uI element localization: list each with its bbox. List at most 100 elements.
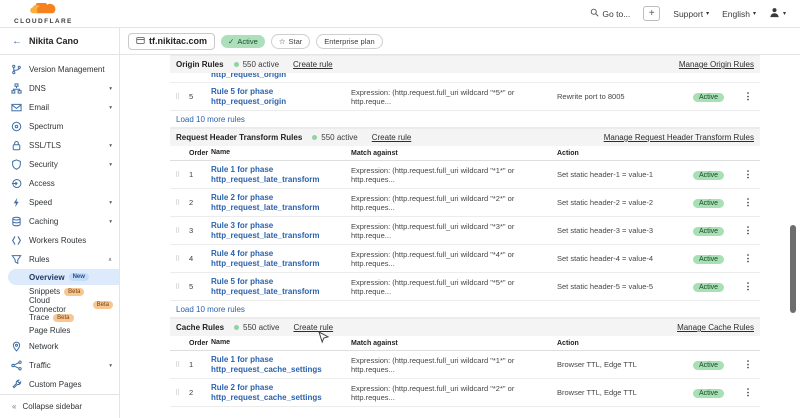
rule-name-link[interactable]: Rule 5 for phasehttp_request_origin [211,87,351,107]
cloudflare-logo[interactable]: CLOUDFLARE [14,2,73,26]
kebab-menu-icon[interactable]: ⋮ [739,197,757,208]
sidebar-item-dns[interactable]: DNS▾ [0,79,119,98]
sidebar-item-network[interactable]: Network [0,337,119,356]
chevron-down-icon: ▾ [109,86,112,92]
sidebar-item-label: Speed [29,198,102,207]
rule-name-link[interactable]: http_request_origin [211,73,286,82]
zone-status-label: Active [237,37,257,46]
section-origin-rules: Origin Rules550 activeCreate ruleManage … [170,55,760,128]
sidebar-item-label: Email [29,103,102,112]
rule-name-link[interactable]: Rule 5 for phasehttp_request_late_transf… [211,277,351,297]
rule-order: 3 [189,226,211,235]
sidebar-item-speed[interactable]: Speed ▾ [0,193,119,212]
account-menu[interactable]: ▾ [769,7,786,20]
column-header-action: Action [557,340,693,347]
kebab-menu-icon[interactable]: ⋮ [739,253,757,264]
sidebar-item-ssl-tls[interactable]: SSL/TLS▾ [0,136,119,155]
funnel-icon [11,254,22,265]
column-header-name: Name [211,149,351,158]
rule-expression: Expression: (http.request.full_uri wildc… [351,250,557,268]
goto-search[interactable]: Go to... [590,8,630,19]
sidebar-item-spectrum[interactable]: Spectrum [0,117,119,136]
sidebar-item-workers-routes[interactable]: Workers Routes [0,231,119,250]
table-header-row: OrderNameMatch againstAction [170,336,760,351]
manage-rules-link[interactable]: Manage Request Header Transform Rules [604,133,754,142]
support-menu[interactable]: Support ▾ [673,9,709,19]
kebab-menu-icon[interactable]: ⋮ [739,387,757,398]
sidebar-item-label: Security [29,160,102,169]
sidebar-item-version-management[interactable]: Version Management [0,60,119,79]
sidebar-item-security[interactable]: Security▾ [0,155,119,174]
load-more-rules-link[interactable]: Load 10 more rules [170,301,760,318]
sidebar-item-cloud-connector[interactable]: Cloud ConnectorBeta [0,298,119,311]
drag-handle-icon[interactable]: ⠿ [175,227,189,235]
create-rule-link[interactable]: Create rule [294,323,334,332]
manage-rules-link[interactable]: Manage Cache Rules [677,323,754,332]
rule-status: Active [693,388,739,398]
sidebar-item-access[interactable]: Access [0,174,119,193]
wrench-icon [11,379,22,390]
create-rule-link[interactable]: Create rule [372,133,412,142]
kebab-menu-icon[interactable]: ⋮ [739,169,757,180]
drag-handle-icon[interactable]: ⠿ [175,93,189,101]
chevron-down-icon: ▾ [109,200,112,206]
section-request-header-transform-rules: Request Header Transform Rules550 active… [170,128,760,318]
active-badge: Active [693,93,724,102]
rule-name-link[interactable]: Rule 4 for phasehttp_request_late_transf… [211,249,351,269]
star-button[interactable]: ☆ Star [271,34,311,49]
add-site-button[interactable]: + [643,6,660,21]
sidebar-item-label: Rules [29,255,101,264]
rule-action: Set static header-4 = value-4 [557,254,693,263]
kebab-menu-icon[interactable]: ⋮ [739,225,757,236]
drag-handle-icon[interactable]: ⠿ [175,199,189,207]
chevron-down-icon: ▾ [109,143,112,149]
kebab-menu-icon[interactable]: ⋮ [739,281,757,292]
manage-rules-link[interactable]: Manage Origin Rules [679,60,754,69]
sidebar-item-rules[interactable]: Rules∧ [0,250,119,269]
sidebar-item-caching[interactable]: Caching▾ [0,212,119,231]
lock-icon [11,140,22,151]
rule-name-link[interactable]: Rule 3 for phasehttp_request_late_transf… [211,221,351,241]
create-rule-link[interactable]: Create rule [293,60,333,69]
drag-handle-icon[interactable]: ⠿ [175,171,189,179]
rule-name-link[interactable]: Rule 2 for phasehttp_request_cache_setti… [211,383,351,403]
sidebar-item-traffic[interactable]: Traffic▾ [0,356,119,375]
rule-name-link[interactable]: Rule 2 for phasehttp_request_late_transf… [211,193,351,213]
sidebar-item-page-rules[interactable]: Page Rules [0,324,119,337]
rule-expression: Expression: (http.request.full_uri wildc… [351,278,557,296]
sidebar-item-label: Spectrum [29,122,112,131]
active-badge: Active [693,199,724,208]
section-title: Cache Rules [176,323,224,332]
bolt-icon [11,197,22,208]
rule-order: 5 [189,282,211,291]
drag-handle-icon[interactable]: ⠿ [175,283,189,291]
rule-expression: Expression: (http.request.full_uri wildc… [351,384,557,402]
drag-handle-icon[interactable]: ⠿ [175,255,189,263]
drag-handle-icon[interactable]: ⠿ [175,361,189,369]
kebab-menu-icon[interactable]: ⋮ [739,91,757,102]
load-more-rules-link[interactable]: Load 10 more rules [170,111,760,128]
drag-handle-icon[interactable]: ⠿ [175,389,189,397]
sidebar-item-label: Network [29,342,112,351]
rule-status: Active [693,360,739,370]
collapse-sidebar-button[interactable]: « Collapse sidebar [0,394,119,418]
sidebar-item-custom-pages[interactable]: Custom Pages [0,375,119,394]
table-row: ⠿2Rule 2 for phasehttp_request_cache_set… [170,379,760,407]
rule-name-link[interactable]: Rule 1 for phasehttp_request_cache_setti… [211,355,351,375]
sidebar-item-overview[interactable]: OverviewNew [8,269,119,285]
rule-action: Set static header-1 = value-1 [557,170,693,179]
rule-expression: Expression: (http.request.full_uri wildc… [351,88,557,106]
sidebar-item-email[interactable]: Email▾ [0,98,119,117]
language-menu[interactable]: English ▾ [722,9,756,19]
active-badge: Active [693,227,724,236]
active-status-dot [234,62,239,67]
back-arrow-icon[interactable]: ← [12,36,22,47]
vertical-scrollbar-thumb[interactable] [790,225,796,313]
rule-name-link[interactable]: Rule 1 for phasehttp_request_late_transf… [211,165,351,185]
collapse-label: Collapse sidebar [22,402,82,411]
rule-order: 2 [189,198,211,207]
clipped-rule-row: http_request_origin [170,73,760,83]
kebab-menu-icon[interactable]: ⋮ [739,359,757,370]
column-header-order: Order [189,150,211,157]
active-badge: Active [693,389,724,398]
